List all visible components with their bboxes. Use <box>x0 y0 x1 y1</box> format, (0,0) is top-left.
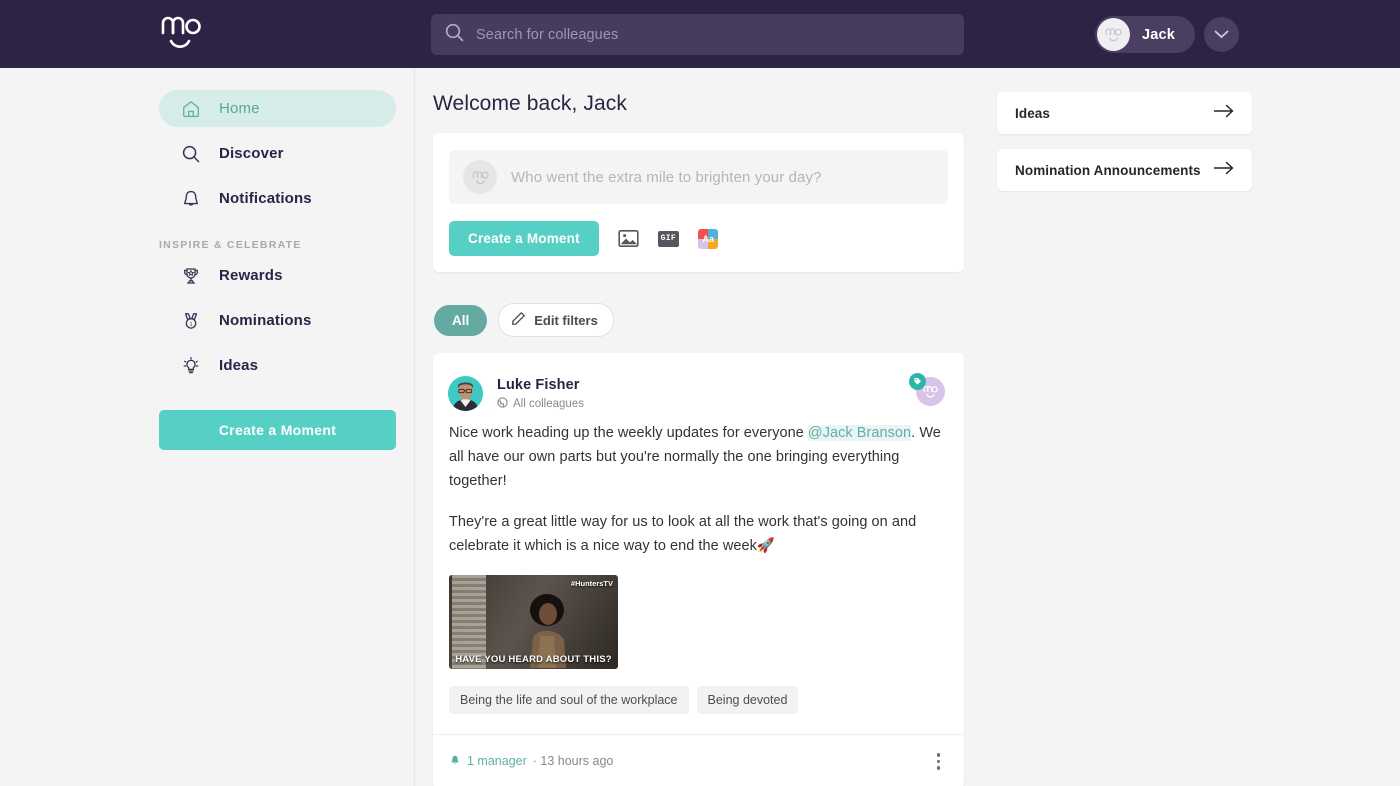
sidebar-item-discover[interactable]: Discover <box>159 135 396 172</box>
sticker-letters-label: Aa <box>698 229 718 249</box>
gif-label: GIF <box>658 231 679 247</box>
manager-count-label[interactable]: 1 manager <box>467 754 527 768</box>
sidebar-item-notifications[interactable]: Notifications <box>159 180 396 217</box>
globe-icon <box>497 397 508 411</box>
rail-card-ideas[interactable]: Ideas <box>997 92 1252 134</box>
top-header: Jack <box>0 0 1400 68</box>
sidebar-item-nominations[interactable]: 1 Nominations <box>159 302 396 339</box>
mo-logo-icon[interactable] <box>159 14 203 56</box>
page-body: Home Discover Notifications INSPIRE & <box>0 68 1400 786</box>
right-rail: Ideas Nomination Announcements <box>980 68 1400 786</box>
pencil-icon <box>511 311 526 329</box>
sidebar-item-label: Discover <box>219 145 284 162</box>
create-moment-button[interactable]: Create a Moment <box>449 221 599 256</box>
spacer <box>0 294 414 302</box>
gif-watermark-label: #HuntersTV <box>571 579 613 588</box>
filter-all-button[interactable]: All <box>434 305 487 336</box>
post-footer: 1 manager · 13 hours ago <box>433 734 964 786</box>
post-text-before: Nice work heading up the weekly updates … <box>449 425 808 441</box>
post-header: Luke Fisher All colleagues <box>433 353 964 411</box>
edit-filters-label: Edit filters <box>534 313 598 328</box>
recipient-badge-group[interactable] <box>909 373 945 406</box>
bell-icon <box>449 754 461 769</box>
sticker-icon[interactable]: Aa <box>698 228 719 249</box>
rail-card-label: Nomination Announcements <box>1015 163 1201 178</box>
composer-input-area[interactable]: Who went the extra mile to brighten your… <box>449 150 948 204</box>
rail-card-label: Ideas <box>1015 106 1050 121</box>
post-body: Nice work heading up the weekly updates … <box>433 411 964 734</box>
tag-badge-icon <box>909 373 926 390</box>
medal-icon: 1 <box>181 311 201 331</box>
spacer <box>0 339 414 347</box>
post-timestamp: · 13 hours ago <box>533 754 614 768</box>
post-tag[interactable]: Being devoted <box>697 686 799 714</box>
search-icon <box>181 144 201 164</box>
post-meta: Luke Fisher All colleagues <box>497 376 584 411</box>
avatar[interactable] <box>448 376 483 411</box>
sticker-squares: Aa <box>698 229 718 249</box>
post-paragraph-1: Nice work heading up the weekly updates … <box>449 421 944 493</box>
search-bar[interactable] <box>431 14 964 55</box>
post-audience: All colleagues <box>497 397 584 411</box>
arrow-right-icon <box>1213 160 1235 181</box>
post-author-name[interactable]: Luke Fisher <box>497 377 584 393</box>
mention-link[interactable]: @Jack Branson <box>808 425 911 441</box>
avatar <box>463 160 497 194</box>
composer-actions: Create a Moment GIF <box>449 221 948 256</box>
arrow-right-icon <box>1213 103 1235 124</box>
trophy-icon <box>181 266 201 286</box>
rail-card-nomination-announcements[interactable]: Nomination Announcements <box>997 149 1252 191</box>
home-icon <box>181 99 201 119</box>
post-paragraph-2: They're a great little way for us to loo… <box>449 510 944 558</box>
svg-text:1: 1 <box>189 322 192 328</box>
filter-row: All Edit filters <box>434 303 980 337</box>
search-icon <box>445 23 464 47</box>
sidebar-item-label: Notifications <box>219 190 312 207</box>
composer-placeholder: Who went the extra mile to brighten your… <box>511 169 822 186</box>
lightbulb-icon <box>181 356 201 376</box>
sidebar-item-home[interactable]: Home <box>159 90 396 127</box>
chevron-down-icon[interactable] <box>1204 17 1239 52</box>
sidebar-item-rewards[interactable]: Rewards <box>159 257 396 294</box>
sidebar-item-label: Ideas <box>219 357 258 374</box>
post-tag[interactable]: Being the life and soul of the workplace <box>449 686 689 714</box>
sidebar-item-label: Home <box>219 100 260 117</box>
post-audience-label: All colleagues <box>513 398 584 410</box>
spacer <box>0 127 414 135</box>
sidebar: Home Discover Notifications INSPIRE & <box>0 68 415 786</box>
post-gif-image[interactable]: #HuntersTV HAVE YOU HEARD ABOUT THIS? <box>449 575 618 669</box>
sidebar-item-label: Nominations <box>219 312 312 329</box>
avatar <box>1097 18 1130 51</box>
edit-filters-button[interactable]: Edit filters <box>498 303 614 337</box>
gif-caption-label: HAVE YOU HEARD ABOUT THIS? <box>451 654 616 665</box>
post-options-kebab-icon[interactable] <box>933 749 945 774</box>
post-tags: Being the life and soul of the workplace… <box>449 686 944 734</box>
sidebar-section-label: INSPIRE & CELEBRATE <box>159 239 414 251</box>
bell-icon <box>181 189 201 209</box>
image-icon[interactable] <box>618 228 639 249</box>
spacer <box>0 172 414 180</box>
page-title: Welcome back, Jack <box>433 92 980 116</box>
user-menu-chip[interactable]: Jack <box>1095 16 1195 53</box>
main-feed: Welcome back, Jack Who went the extra mi… <box>415 68 980 786</box>
user-name-label: Jack <box>1142 27 1175 43</box>
post-card: Luke Fisher All colleagues <box>433 353 964 786</box>
search-input[interactable] <box>476 27 950 43</box>
gif-icon[interactable]: GIF <box>658 228 679 249</box>
sidebar-item-ideas[interactable]: Ideas <box>159 347 396 384</box>
sidebar-item-label: Rewards <box>219 267 283 284</box>
post-footer-meta: 1 manager · 13 hours ago <box>449 754 613 769</box>
create-moment-sidebar-button[interactable]: Create a Moment <box>159 410 396 450</box>
composer-card: Who went the extra mile to brighten your… <box>433 133 964 272</box>
